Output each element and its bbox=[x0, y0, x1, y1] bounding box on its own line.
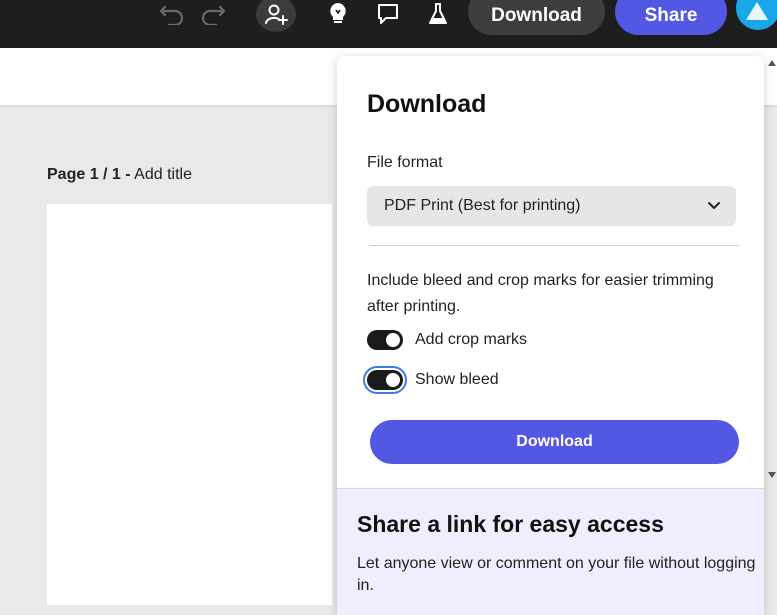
page-canvas[interactable] bbox=[47, 204, 332, 605]
show-bleed-label: Show bleed bbox=[415, 371, 499, 388]
scroll-up-arrow-icon[interactable] bbox=[768, 60, 776, 66]
show-bleed-toggle[interactable] bbox=[363, 366, 407, 394]
file-format-value: PDF Print (Best for printing) bbox=[384, 197, 581, 214]
page-title-input[interactable]: Add title bbox=[134, 166, 192, 183]
crop-marks-row: Add crop marks bbox=[367, 328, 527, 352]
invite-person-icon[interactable] bbox=[256, 0, 296, 32]
show-bleed-row: Show bleed bbox=[363, 366, 499, 394]
scroll-down-arrow-icon[interactable] bbox=[768, 472, 776, 478]
download-panel: Download File format PDF Print (Best for… bbox=[337, 56, 764, 615]
redo-icon[interactable] bbox=[199, 0, 227, 27]
divider bbox=[369, 245, 739, 246]
chevron-down-icon bbox=[708, 202, 720, 209]
comment-icon[interactable] bbox=[375, 0, 401, 27]
page-number: Page 1 / 1 - bbox=[47, 166, 131, 183]
top-download-button[interactable]: Download bbox=[468, 0, 605, 35]
share-link-title: Share a link for easy access bbox=[357, 511, 664, 537]
download-button[interactable]: Download bbox=[370, 420, 739, 464]
share-button[interactable]: Share bbox=[615, 0, 727, 35]
lightbulb-icon[interactable] bbox=[326, 0, 350, 27]
flask-icon[interactable] bbox=[426, 0, 450, 27]
file-format-dropdown[interactable]: PDF Print (Best for printing) bbox=[367, 186, 736, 226]
top-toolbar: Download Share bbox=[0, 0, 777, 48]
avatar[interactable] bbox=[736, 0, 777, 30]
undo-icon[interactable] bbox=[158, 0, 186, 27]
download-panel-title: Download bbox=[367, 90, 487, 118]
file-format-label: File format bbox=[367, 154, 443, 171]
share-link-section: Share a link for easy access Let anyone … bbox=[337, 488, 764, 615]
page-label: Page 1 / 1 - Add title bbox=[47, 166, 192, 184]
crop-marks-label: Add crop marks bbox=[415, 331, 528, 348]
share-link-description: Let anyone view or comment on your file … bbox=[357, 555, 756, 594]
crop-marks-toggle[interactable] bbox=[367, 330, 403, 350]
bleed-description: Include bleed and crop marks for easier … bbox=[367, 272, 714, 315]
